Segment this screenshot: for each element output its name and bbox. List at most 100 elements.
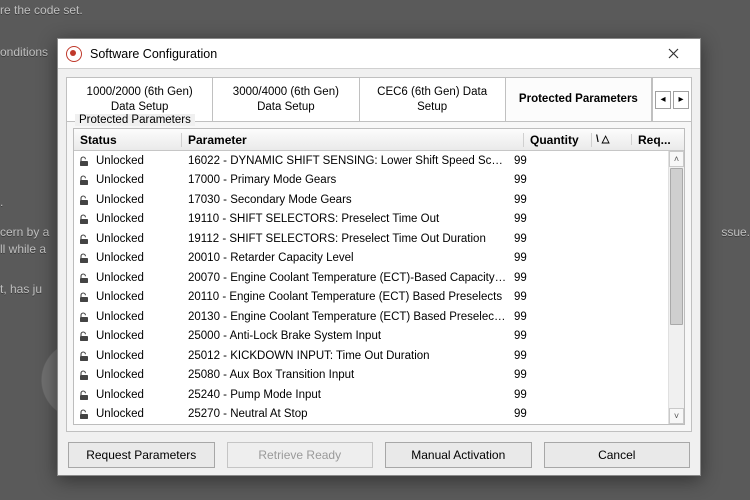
status-text: Unlocked [96, 213, 144, 225]
cell-status: Unlocked [74, 155, 182, 167]
cell-status: Unlocked [74, 174, 182, 186]
cell-parameter: 20110 - Engine Coolant Temperature (ECT)… [182, 291, 508, 303]
close-icon [668, 48, 679, 59]
status-text: Unlocked [96, 174, 144, 186]
cell-status: Unlocked [74, 272, 182, 284]
table-row[interactable]: Unlocked20110 - Engine Coolant Temperatu… [74, 288, 684, 308]
table-row[interactable]: Unlocked25240 - Pump Mode Input99 [74, 385, 684, 405]
tab-scroll-buttons: ◂▸ [652, 78, 691, 121]
status-text: Unlocked [96, 272, 144, 284]
cell-parameter: 25000 - Anti-Lock Brake System Input [182, 330, 508, 342]
cell-status: Unlocked [74, 350, 182, 362]
column-parameter[interactable]: Parameter [182, 133, 524, 147]
column-status[interactable]: Status [74, 133, 182, 147]
background-text: t, has ju [0, 282, 42, 296]
cell-parameter: 25270 - Neutral At Stop [182, 408, 508, 420]
unlocked-icon [78, 194, 90, 206]
cell-quantity: 99 [508, 369, 576, 381]
background-text: cern by a [0, 225, 49, 239]
table-row[interactable]: Unlocked25000 - Anti-Lock Brake System I… [74, 327, 684, 347]
status-text: Unlocked [96, 369, 144, 381]
column-required[interactable]: Req... [632, 133, 684, 147]
cell-status: Unlocked [74, 369, 182, 381]
cell-status: Unlocked [74, 213, 182, 225]
unlocked-icon [78, 233, 90, 245]
cell-quantity: 99 [508, 155, 576, 167]
cell-quantity: 99 [508, 272, 576, 284]
background-text: re the code set. [0, 3, 83, 17]
close-button[interactable] [654, 39, 692, 69]
column-sort[interactable]: \ △ [592, 134, 632, 145]
cell-parameter: 25080 - Aux Box Transition Input [182, 369, 508, 381]
tab-3[interactable]: Protected Parameters [506, 78, 652, 121]
table-row[interactable]: Unlocked 25080 - Aux Box Transition Input… [74, 366, 684, 386]
cell-status: Unlocked [74, 330, 182, 342]
request-parameters-button[interactable]: Request Parameters [68, 442, 215, 468]
cell-quantity: 99 [508, 233, 576, 245]
status-text: Unlocked [96, 350, 144, 362]
cell-quantity: 99 [508, 174, 576, 186]
table-row[interactable]: Unlocked25012 - KICKDOWN INPUT: Time Out… [74, 346, 684, 366]
scroll-up-button[interactable]: ˄ [669, 151, 684, 167]
table-header: Status Parameter Quantity \ △ Req... [74, 129, 684, 151]
tab-1[interactable]: 3000/4000 (6th Gen) Data Setup [213, 78, 359, 121]
status-text: Unlocked [96, 194, 144, 206]
cell-status: Unlocked [74, 194, 182, 206]
unlocked-icon [78, 291, 90, 303]
background-text: onditions [0, 45, 48, 59]
column-quantity[interactable]: Quantity [524, 133, 592, 147]
tab-scroll-right-button[interactable]: ▸ [673, 91, 689, 109]
vertical-scrollbar[interactable]: ˄ ˅ [668, 151, 684, 424]
scroll-thumb[interactable] [670, 168, 683, 325]
cell-parameter: 16022 - DYNAMIC SHIFT SENSING: Lower Shi… [182, 155, 508, 167]
table-row[interactable]: Unlocked 17000 - Primary Mode Gears99 [74, 171, 684, 191]
status-text: Unlocked [96, 311, 144, 323]
cancel-button[interactable]: Cancel [544, 442, 691, 468]
cell-parameter: 20010 - Retarder Capacity Level [182, 252, 508, 264]
manual-activation-button[interactable]: Manual Activation [385, 442, 532, 468]
scroll-track[interactable] [669, 167, 684, 408]
table-row[interactable]: Unlocked17030 - Secondary Mode Gears99 [74, 190, 684, 210]
tab-scroll-left-button[interactable]: ◂ [655, 91, 671, 109]
unlocked-icon [78, 330, 90, 342]
cell-status: Unlocked [74, 311, 182, 323]
software-configuration-dialog: Software Configuration 1000/2000 (6th Ge… [57, 38, 701, 476]
cell-quantity: 99 [508, 252, 576, 264]
cell-quantity: 99 [508, 311, 576, 323]
app-icon [66, 46, 82, 62]
cell-parameter: 17030 - Secondary Mode Gears [182, 194, 508, 206]
unlocked-icon [78, 252, 90, 264]
cell-status: Unlocked [74, 252, 182, 264]
cell-parameter: 19110 - SHIFT SELECTORS: Preselect Time … [182, 213, 508, 225]
table-row[interactable]: Unlocked 20130 - Engine Coolant Temperatu… [74, 307, 684, 327]
sort-indicator-icon: △ [602, 134, 610, 145]
unlocked-icon [78, 213, 90, 225]
table-body[interactable]: Unlocked16022 - DYNAMIC SHIFT SENSING: L… [74, 151, 684, 424]
cell-parameter: 20130 - Engine Coolant Temperature (ECT)… [182, 311, 508, 323]
table-row[interactable]: Unlocked 20010 - Retarder Capacity Level9… [74, 249, 684, 269]
group-label: Protected Parameters [75, 114, 195, 126]
table-row[interactable]: Unlocked20070 - Engine Coolant Temperatu… [74, 268, 684, 288]
table-row[interactable]: Unlocked19112 - SHIFT SELECTORS: Presele… [74, 229, 684, 249]
background-text: ll while a [0, 242, 46, 256]
table-row[interactable]: Unlocked 19110 - SHIFT SELECTORS: Presele… [74, 210, 684, 230]
cell-status: Unlocked [74, 389, 182, 401]
unlocked-icon [78, 272, 90, 284]
table-row[interactable]: Unlocked16022 - DYNAMIC SHIFT SENSING: L… [74, 151, 684, 171]
scroll-down-button[interactable]: ˅ [669, 408, 684, 424]
cell-quantity: 99 [508, 350, 576, 362]
status-text: Unlocked [96, 252, 144, 264]
titlebar: Software Configuration [58, 39, 700, 69]
parameters-table: Status Parameter Quantity \ △ Req... Unl… [73, 128, 685, 425]
cell-quantity: 99 [508, 291, 576, 303]
unlocked-icon [78, 311, 90, 323]
status-text: Unlocked [96, 233, 144, 245]
retrieve-ready-button[interactable]: Retrieve Ready [227, 442, 374, 468]
table-row[interactable]: Unlocked25270 - Neutral At Stop99 [74, 405, 684, 425]
cell-status: Unlocked [74, 291, 182, 303]
tab-2[interactable]: CEC6 (6th Gen) Data Setup [360, 78, 506, 121]
unlocked-icon [78, 369, 90, 381]
unlocked-icon [78, 174, 90, 186]
cell-parameter: 17000 - Primary Mode Gears [182, 174, 508, 186]
status-text: Unlocked [96, 389, 144, 401]
